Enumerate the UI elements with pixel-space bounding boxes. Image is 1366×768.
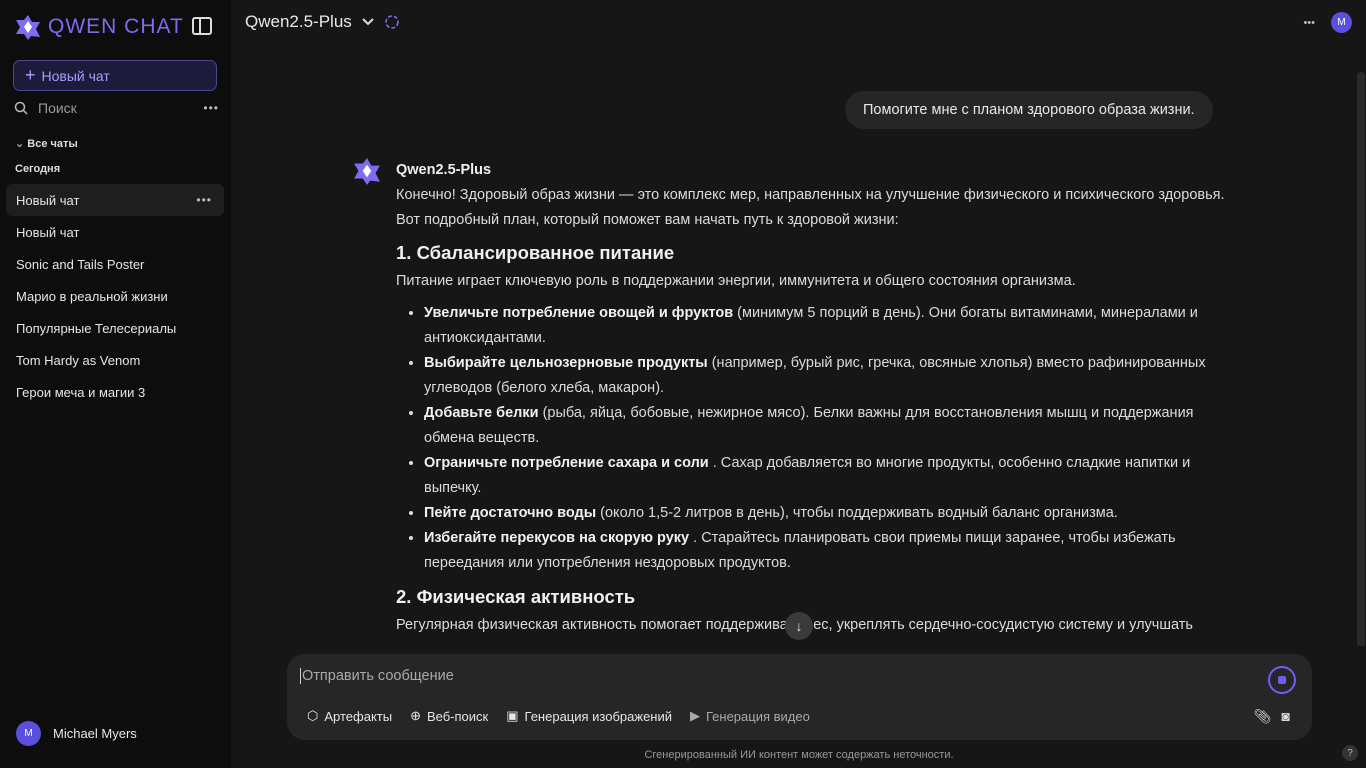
list-item: Ограничьте потребление сахара и соли . С… [424, 451, 1236, 501]
list-item: Избегайте перекусов на скорую руку . Ста… [424, 526, 1236, 576]
scroll-down-button[interactable]: ↓ [785, 612, 813, 640]
sidebar-toggle-icon[interactable] [192, 17, 212, 35]
new-chat-button[interactable]: + Новый чат [13, 60, 217, 91]
new-chat-label: Новый чат [41, 67, 110, 84]
image-icon: ▣ [506, 708, 519, 723]
tool-label: Генерация видео [706, 708, 810, 724]
logo-text: QWEN CHAT [48, 15, 184, 38]
play-icon: ▶ [690, 708, 700, 723]
avatar: M [16, 721, 41, 746]
web-search-button[interactable]: ⊕ Веб-поиск [410, 708, 488, 724]
chat-list: Новый чат ••• Новый чат Sonic and Tails P… [6, 184, 224, 408]
tool-label: Генерация изображений [524, 708, 672, 724]
camera-icon[interactable]: ◙ [1282, 708, 1290, 725]
group-today: Сегодня [15, 163, 61, 175]
assistant-avatar-icon [352, 156, 382, 191]
chevron-down-icon [362, 18, 374, 26]
assistant-message: Qwen2.5-Plus Конечно! Здоровый образ жиз… [396, 158, 1236, 670]
avatar[interactable]: M [1331, 12, 1352, 33]
chevron-down-icon: ⌄ [15, 138, 28, 150]
search-input[interactable]: Поиск ••• [14, 100, 219, 116]
logo[interactable]: QWEN CHAT [14, 13, 184, 41]
list-item: Добавьте белки (рыба, яйца, бобовые, неж… [424, 401, 1236, 451]
all-chats-label: Все чаты [27, 138, 78, 150]
scrollbar-thumb[interactable] [1357, 72, 1365, 647]
more-icon[interactable]: ••• [196, 193, 212, 207]
video-generation-button[interactable]: ▶ Генерация видео [690, 708, 810, 724]
artifacts-button[interactable]: ⬡ Артефакты [307, 708, 392, 724]
message-intro: Конечно! Здоровый образ жизни — это комп… [396, 187, 1225, 228]
disclaimer: Сгенерированный ИИ контент может содержа… [644, 749, 954, 761]
paperclip-icon[interactable]: 📎︎ [1254, 708, 1272, 725]
qwen-logo-icon [16, 15, 40, 40]
list-item: Пейте достаточно воды (около 1,5-2 литро… [424, 501, 1236, 526]
chat-item[interactable]: Новый чат [6, 216, 224, 248]
image-generation-button[interactable]: ▣ Генерация изображений [506, 708, 672, 724]
composer-right-tools: 📎︎ ◙ [1254, 708, 1290, 725]
section-text: Питание играет ключевую роль в поддержан… [396, 273, 1076, 289]
more-icon[interactable]: ••• [1303, 17, 1315, 29]
stop-button[interactable] [1268, 666, 1296, 694]
model-settings-icon[interactable] [384, 14, 400, 30]
user-name: Michael Myers [53, 726, 137, 741]
message-input[interactable]: Отправить сообщение [300, 668, 454, 684]
chat-title: Tom Hardy as Venom [16, 352, 141, 368]
chat-item[interactable]: Tom Hardy as Venom [6, 344, 224, 376]
section-heading: 2. Физическая активность [396, 586, 636, 607]
user-message: Помогите мне с планом здорового образа ж… [845, 91, 1213, 129]
sidebar: QWEN CHAT + Новый чат Поиск ••• ⌄ Все чат… [0, 0, 231, 768]
chat-title: Популярные Телесериалы [16, 320, 177, 336]
chat-title: Sonic and Tails Poster [16, 256, 145, 272]
list-item: Выбирайте цельнозерновые продукты (напри… [424, 351, 1236, 401]
tool-label: Артефакты [324, 708, 393, 724]
search-placeholder: Поиск [38, 100, 77, 116]
chat-item[interactable]: Новый чат ••• [6, 184, 224, 216]
globe-icon: ⊕ [410, 708, 421, 723]
help-button[interactable]: ? [1342, 745, 1358, 761]
chat-item[interactable]: Популярные Телесериалы [6, 312, 224, 344]
assistant-name: Qwen2.5-Plus [396, 162, 492, 178]
chat-item[interactable]: Марио в реальной жизни [6, 280, 224, 312]
all-chats-toggle[interactable]: ⌄ Все чаты [15, 137, 78, 150]
user-profile[interactable]: M Michael Myers [16, 721, 137, 746]
chat-title: Марио в реальной жизни [16, 288, 168, 304]
more-icon[interactable]: ••• [203, 101, 219, 115]
cube-icon: ⬡ [307, 708, 319, 723]
tool-label: Веб-поиск [426, 708, 489, 724]
scrollbar[interactable] [1356, 72, 1366, 647]
model-name: Qwen2.5-Plus [245, 12, 352, 31]
model-selector[interactable]: Qwen2.5-Plus [245, 12, 400, 32]
composer-tools: ⬡ Артефакты ⊕ Веб-поиск ▣ Генерация изображ… [307, 708, 810, 724]
chat-title: Новый чат [16, 224, 80, 240]
list-item: Увеличьте потребление овощей и фруктов (… [424, 301, 1236, 351]
bullet-list: Увеличьте потребление овощей и фруктов (… [424, 301, 1236, 576]
top-right-controls: ••• M [1303, 12, 1352, 33]
chat-item[interactable]: Sonic and Tails Poster [6, 248, 224, 280]
composer: Отправить сообщение ⬡ Артефакты ⊕ Веб-поис… [287, 654, 1312, 740]
chat-title: Герои меча и магии 3 [16, 384, 146, 400]
chat-item[interactable]: Герои меча и магии 3 [6, 376, 224, 408]
chat-title: Новый чат [16, 192, 80, 208]
section-heading: 1. Сбалансированное питание [396, 242, 675, 263]
plus-icon: + [25, 65, 36, 85]
search-icon [14, 101, 28, 115]
